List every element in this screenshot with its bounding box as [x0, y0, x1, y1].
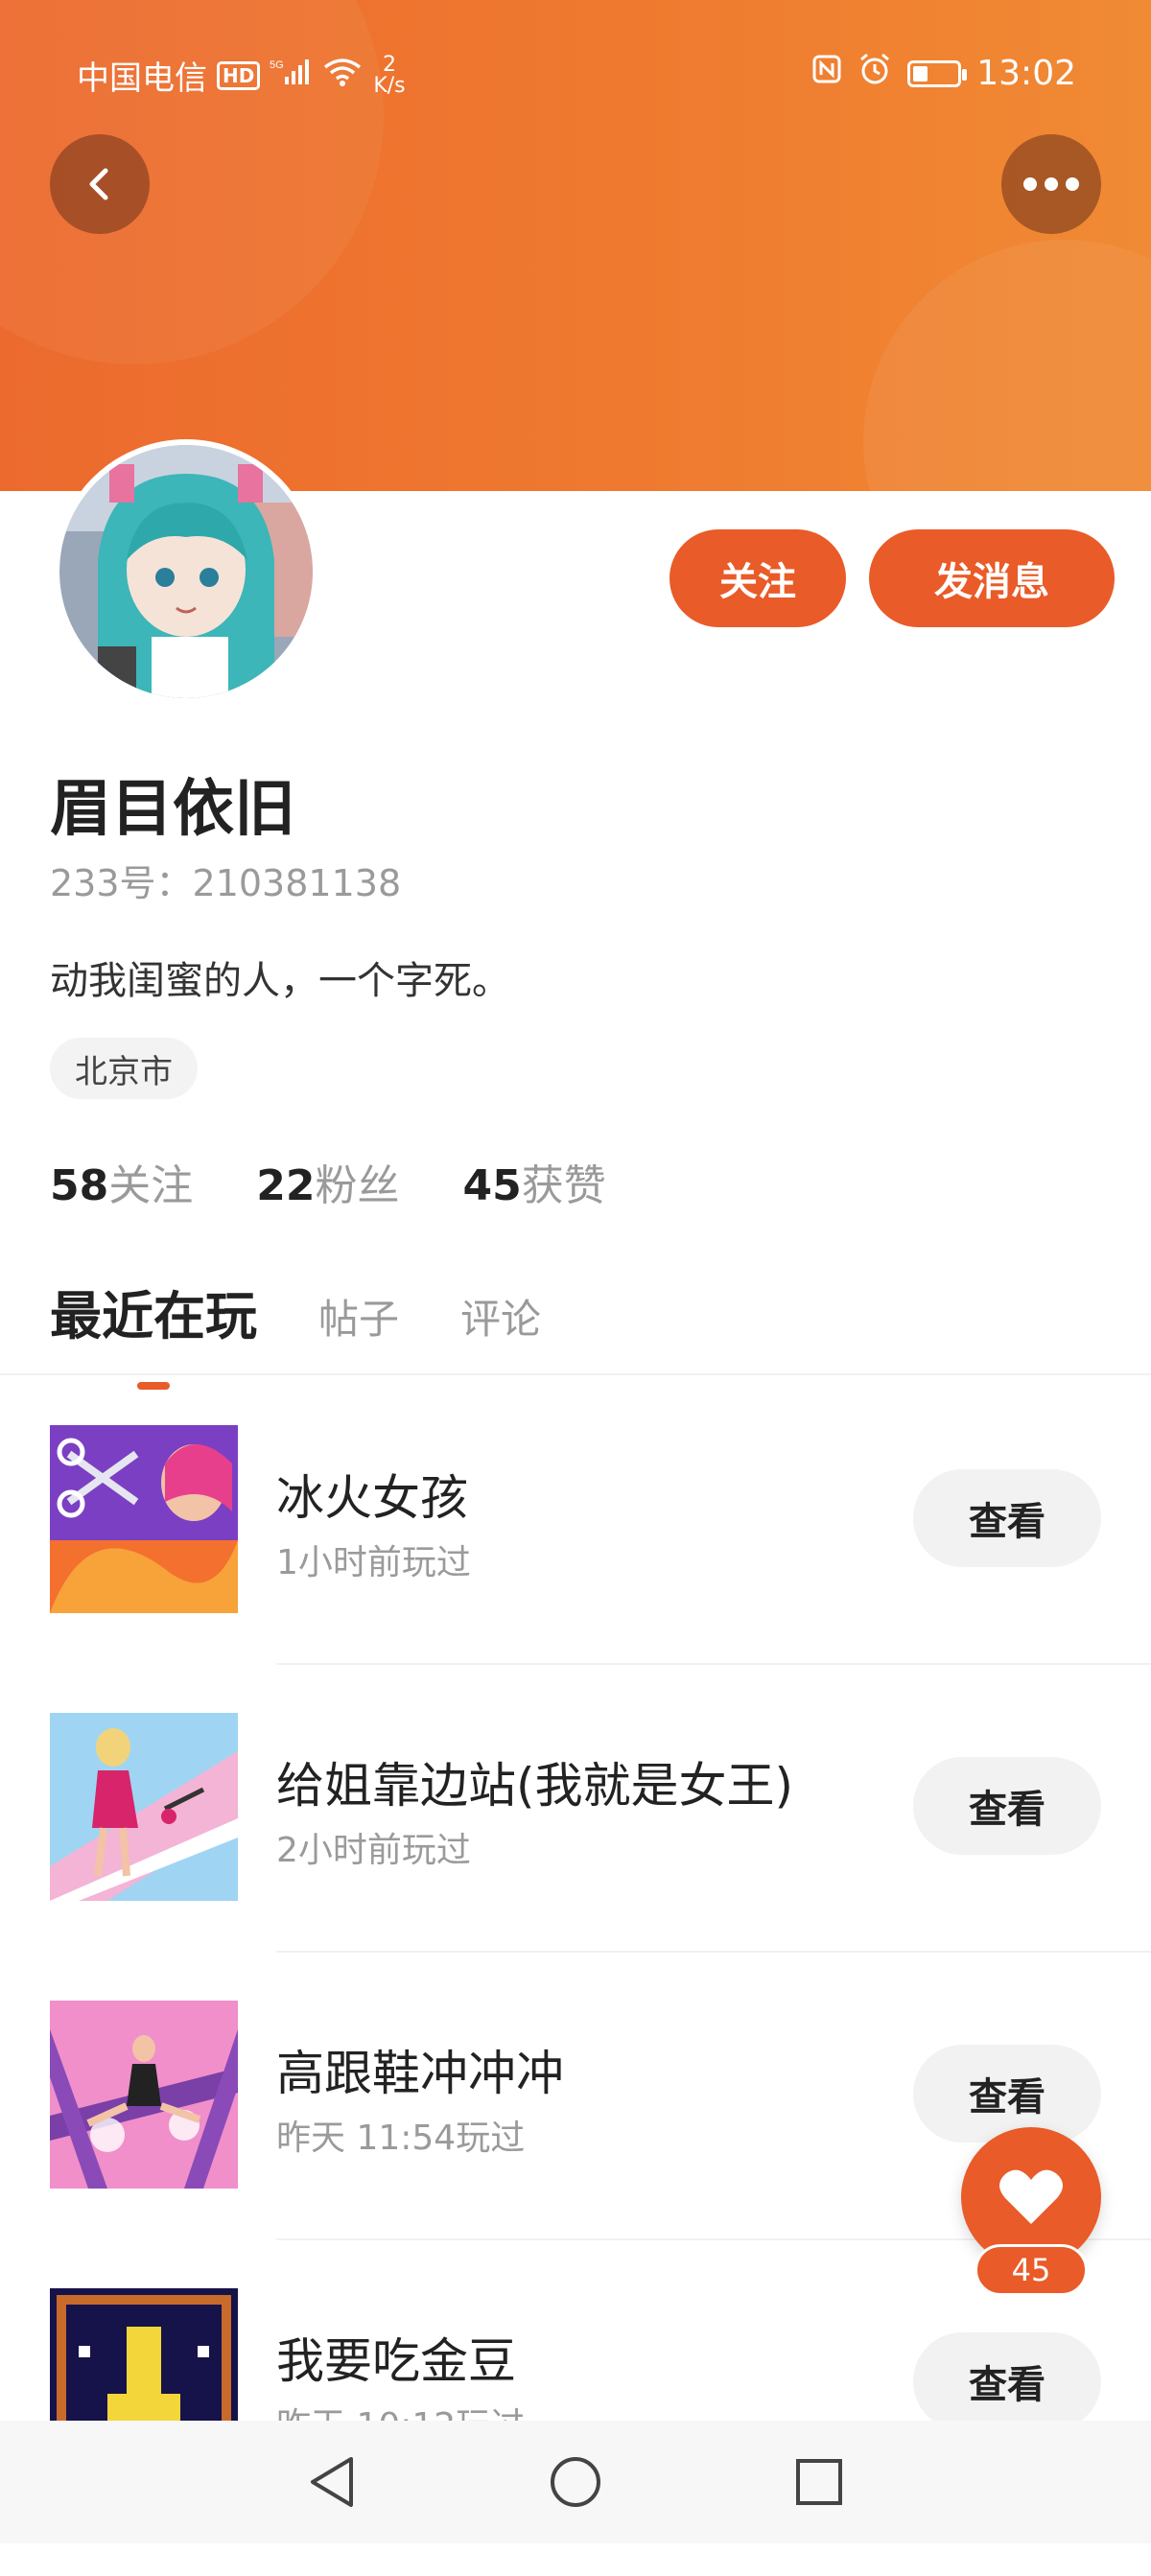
game-thumbnail	[50, 1713, 238, 1901]
alarm-icon	[857, 52, 892, 95]
banner-decoration	[863, 240, 1151, 491]
wifi-icon	[321, 56, 364, 95]
view-button[interactable]: 查看	[913, 1469, 1101, 1567]
profile-name: 眉目依旧	[50, 774, 295, 845]
profile-id: 233号：210381138	[50, 862, 402, 904]
view-button[interactable]: 查看	[913, 1757, 1101, 1855]
avatar[interactable]	[54, 439, 318, 704]
stat-number: 58	[50, 1161, 109, 1210]
stat-fans[interactable]: 22粉丝	[256, 1151, 399, 1212]
view-button[interactable]: 查看	[913, 2332, 1101, 2430]
chevron-left-icon	[89, 168, 108, 200]
battery-icon	[907, 59, 968, 87]
speed-unit: K/s	[373, 73, 406, 98]
profile-stats: 58关注 22粉丝 45获赞	[50, 1151, 606, 1212]
system-nav-bar	[0, 2421, 1151, 2543]
stat-likes[interactable]: 45获赞	[462, 1151, 605, 1212]
stat-number: 45	[462, 1161, 522, 1210]
game-title: 高跟鞋冲冲冲	[276, 2046, 564, 2101]
network-speed: 2 K/s	[373, 54, 406, 98]
tabs-divider	[0, 1373, 1151, 1375]
game-title: 冰火女孩	[276, 1470, 468, 1526]
circle-home-icon	[551, 2457, 600, 2507]
status-bar: 中国电信 HD 5G 2 K/s 13:02	[0, 0, 1151, 144]
nav-home-button[interactable]	[541, 2447, 610, 2517]
send-message-button[interactable]: 发消息	[869, 529, 1115, 627]
game-played-time: 昨天 11:54玩过	[276, 2119, 526, 2158]
carrier-label: 中国电信	[77, 59, 207, 98]
tab-posts[interactable]: 帖子	[318, 1287, 399, 1349]
stat-label: 关注	[108, 1161, 194, 1210]
profile-bio: 动我闺蜜的人，一个字死。	[50, 959, 510, 1003]
view-button[interactable]: 查看	[913, 2045, 1101, 2143]
tab-label: 最近在玩	[50, 1286, 257, 1347]
heart-icon	[999, 2169, 1063, 2224]
stat-following[interactable]: 58关注	[50, 1151, 193, 1212]
clock: 13:02	[976, 54, 1076, 93]
stat-label: 粉丝	[315, 1161, 400, 1210]
nav-recents-button[interactable]	[785, 2447, 854, 2517]
game-thumbnail	[50, 1425, 238, 1613]
list-item[interactable]: 给姐靠边站(我就是女王) 2小时前玩过 查看	[0, 1713, 1151, 2001]
follow-button[interactable]: 关注	[669, 529, 846, 627]
more-dots-icon	[1023, 177, 1079, 191]
tab-comments[interactable]: 评论	[460, 1287, 541, 1349]
list-divider	[276, 1663, 1151, 1665]
like-count-badge: 45	[975, 2244, 1088, 2296]
more-button[interactable]	[1001, 134, 1101, 234]
avatar-image	[59, 445, 313, 698]
list-item[interactable]: 高跟鞋冲冲冲 昨天 11:54玩过 查看	[0, 2001, 1151, 2288]
location-tag: 北京市	[50, 1038, 198, 1099]
signal-icon: 5G	[270, 57, 312, 95]
game-played-time: 1小时前玩过	[276, 1543, 471, 1582]
nfc-icon	[811, 54, 842, 93]
stat-number: 22	[256, 1161, 316, 1210]
game-title: 我要吃金豆	[276, 2333, 516, 2389]
tab-indicator	[137, 1382, 170, 1390]
svg-text:5G: 5G	[270, 59, 284, 71]
stat-label: 获赞	[521, 1161, 606, 1210]
list-divider	[276, 1951, 1151, 1953]
hd-badge: HD	[217, 60, 261, 90]
nav-back-button[interactable]	[297, 2447, 366, 2517]
back-button[interactable]	[50, 134, 150, 234]
list-item[interactable]: 冰火女孩 1小时前玩过 查看	[0, 1425, 1151, 1713]
profile-tabs: 最近在玩 帖子 评论	[50, 1274, 541, 1390]
triangle-back-icon	[311, 2457, 353, 2507]
tab-recently-played[interactable]: 最近在玩	[50, 1274, 257, 1390]
square-recents-icon	[796, 2459, 842, 2505]
battery-level	[913, 65, 928, 82]
game-thumbnail	[50, 2001, 238, 2189]
game-played-time: 2小时前玩过	[276, 1831, 471, 1870]
game-title: 给姐靠边站(我就是女王)	[276, 1758, 794, 1814]
